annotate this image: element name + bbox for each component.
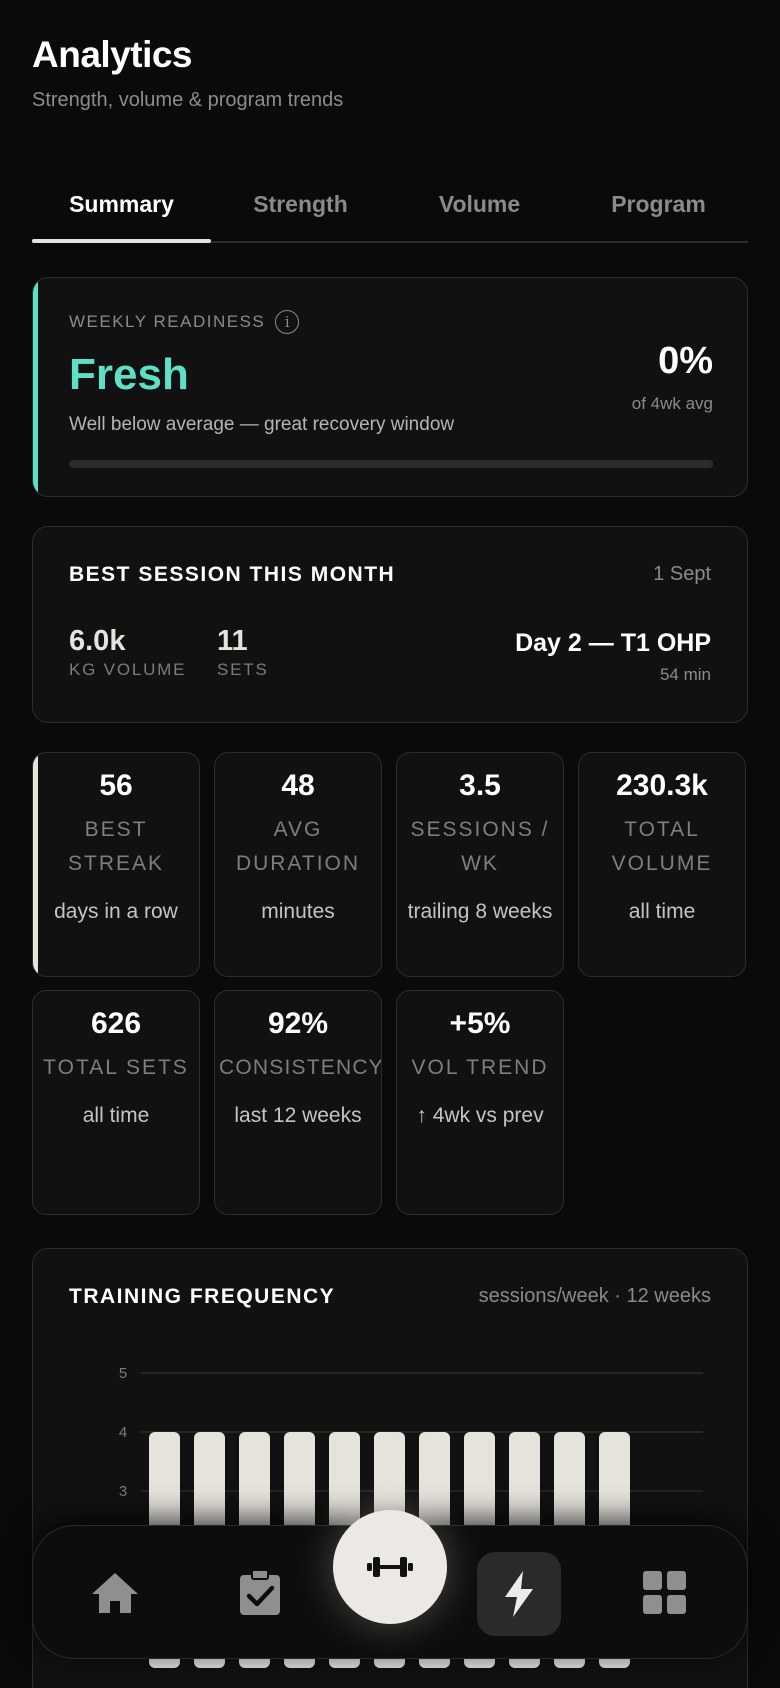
stat-value: 3.5 [459, 769, 501, 802]
info-icon[interactable]: i [275, 310, 300, 334]
stat-tile-consistency: 92% CONSISTENCY last 12 weeks [214, 990, 382, 1215]
best-session-duration: 54 min [659, 665, 711, 684]
volume-value: 6.0k [69, 625, 126, 657]
sets-label: SETS [217, 660, 269, 679]
best-session-card[interactable]: BEST SESSION THIS MONTH 1 Sept 6.0k KG V… [32, 526, 748, 723]
readiness-description: Well below average — great recovery wind… [69, 414, 455, 435]
best-session-sets: 11 SETS [217, 625, 269, 680]
lightning-icon [505, 1571, 533, 1617]
tab-program[interactable]: Program [569, 175, 748, 241]
best-session-volume: 6.0k KG VOLUME [69, 625, 186, 680]
page-subtitle: Strength, volume & program trends [32, 89, 344, 111]
stat-caption: days in a row [54, 900, 178, 923]
stat-caption: trailing 8 weeks [407, 900, 553, 923]
readiness-card: WEEKLY READINESS i Fresh Well below aver… [32, 277, 748, 497]
page-title: Analytics [32, 34, 193, 75]
stat-label: SESSIONS / WK [410, 818, 550, 875]
stat-value: 230.3k [616, 769, 708, 802]
dumbbell-icon [367, 1557, 413, 1577]
y-tick-label: 3 [119, 1483, 127, 1500]
grid-icon [643, 1571, 686, 1614]
stat-label: TOTAL VOLUME [611, 818, 713, 875]
stat-label: VOL TREND [411, 1056, 549, 1079]
readiness-percent-caption: of 4wk avg [631, 394, 713, 413]
clipboard-check-icon [240, 1569, 280, 1615]
stat-tile-sessions-per-week: 3.5 SESSIONS / WK trailing 8 weeks [396, 752, 564, 977]
stat-label: CONSISTENCY [219, 1056, 382, 1079]
stat-caption: last 12 weeks [234, 1104, 362, 1127]
nav-home-button[interactable] [83, 1566, 147, 1620]
nav-log-button[interactable] [228, 1566, 292, 1620]
tab-strength[interactable]: Strength [211, 175, 390, 241]
stat-label: BEST STREAK [67, 818, 165, 875]
home-icon [92, 1573, 138, 1613]
readiness-accent-bar [33, 278, 38, 496]
tile-accent-bar [33, 753, 38, 976]
best-session-date: 1 Sept [653, 563, 711, 585]
nav-more-button[interactable] [633, 1566, 697, 1620]
best-session-title: BEST SESSION THIS MONTH [69, 563, 396, 586]
readiness-label-row: WEEKLY READINESS i [69, 310, 300, 334]
stat-tile-total-volume: 230.3k TOTAL VOLUME all time [578, 752, 746, 977]
nav-workout-button[interactable] [333, 1510, 447, 1624]
y-tick-label: 5 [119, 1365, 127, 1382]
stat-tile-best-streak: 56 BEST STREAK days in a row [32, 752, 200, 977]
volume-label: KG VOLUME [69, 660, 187, 679]
readiness-label: WEEKLY READINESS [69, 312, 266, 331]
readiness-progress-bar [69, 460, 713, 468]
stat-tile-total-sets: 626 TOTAL SETS all time [32, 990, 200, 1215]
tab-volume[interactable]: Volume [390, 175, 569, 241]
stat-value: +5% [449, 1007, 511, 1040]
stat-value: 92% [267, 1007, 329, 1040]
readiness-percent: 0% [658, 340, 713, 382]
stat-caption: ↑ 4wk vs prev [416, 1104, 544, 1127]
stat-label: TOTAL SETS [43, 1056, 189, 1079]
nav-analytics-button[interactable] [477, 1552, 561, 1636]
stat-tile-avg-duration: 48 AVG DURATION minutes [214, 752, 382, 977]
bottom-nav-bar [32, 1510, 748, 1659]
readiness-status: Fresh [69, 350, 189, 399]
stat-caption: all time [628, 900, 696, 923]
stat-tile-vol-trend: +5% VOL TREND ↑ 4wk vs prev [396, 990, 564, 1215]
stat-value: 48 [281, 769, 315, 802]
y-tick-label: 4 [119, 1424, 127, 1441]
best-session-name: Day 2 — T1 OHP [515, 629, 711, 657]
stat-value: 56 [99, 769, 133, 802]
stat-caption: minutes [261, 900, 335, 923]
stat-label: AVG DURATION [235, 818, 361, 875]
sets-value: 11 [217, 625, 248, 657]
stat-caption: all time [82, 1104, 150, 1127]
tab-bar: Summary Strength Volume Program [32, 175, 748, 243]
tab-summary[interactable]: Summary [32, 175, 211, 243]
stat-value: 626 [90, 1007, 142, 1040]
